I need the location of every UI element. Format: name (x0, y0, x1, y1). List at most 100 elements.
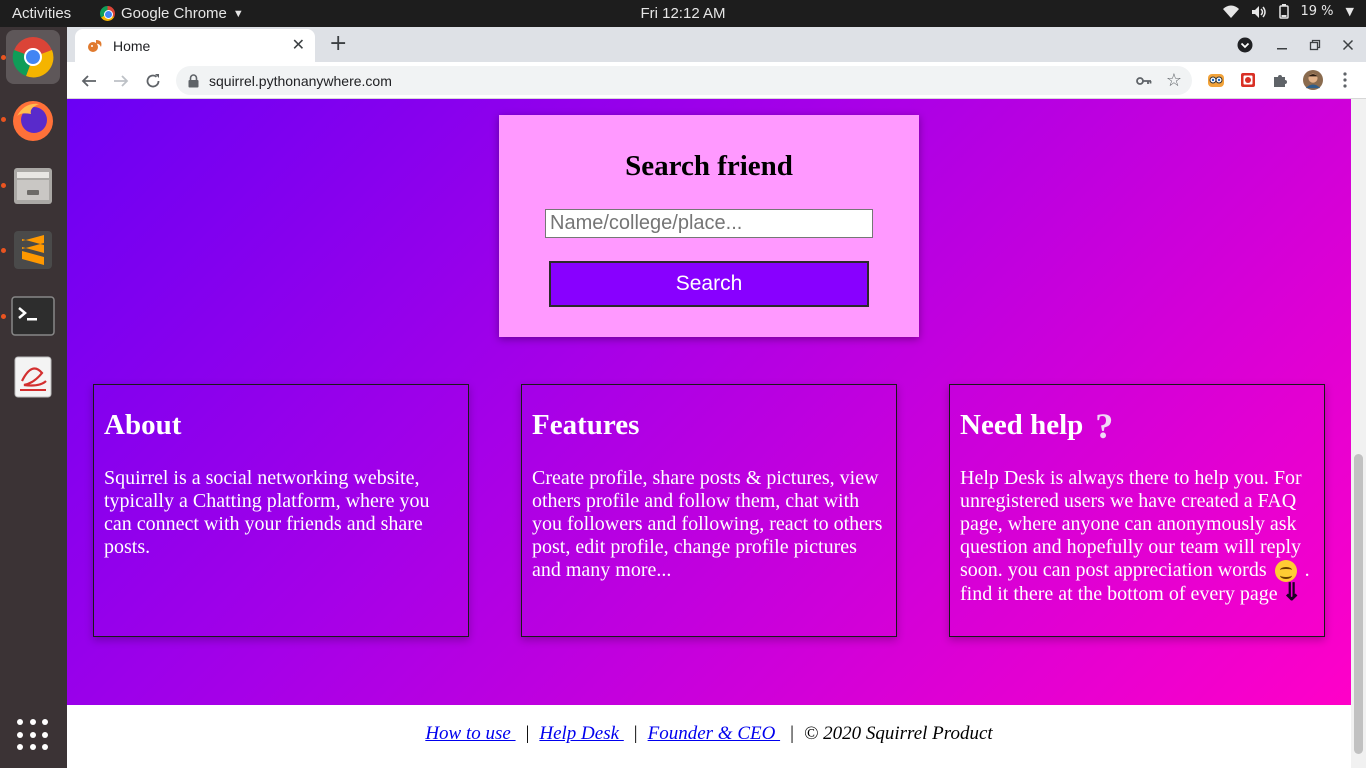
kebab-menu-icon (1343, 72, 1347, 88)
close-window-button[interactable] (1338, 35, 1358, 55)
need-help-title: Need help? (960, 405, 1314, 446)
tab-strip: Home ✕ + (67, 27, 1366, 62)
dock (0, 27, 67, 768)
new-tab-button[interactable]: + (329, 32, 347, 56)
footer-link-how-to-use[interactable]: How to use (425, 723, 515, 744)
volume-icon (1251, 5, 1267, 19)
extensions-menu-button[interactable] (1270, 70, 1290, 90)
about-body: Squirrel is a social networking website,… (104, 467, 430, 558)
features-title-text: Features (532, 409, 640, 441)
running-indicator (1, 117, 6, 122)
battery-icon (1278, 4, 1289, 19)
app-menu[interactable]: Google Chrome ▼ (100, 5, 244, 22)
page-footer: How to use | Help Desk | Founder & CEO | © … (67, 705, 1351, 768)
need-help-card: Need help? Help Desk is always there to … (949, 384, 1325, 637)
chevron-down-icon: ▼ (1345, 5, 1354, 18)
arrow-left-icon (81, 75, 96, 87)
system-status-area[interactable]: 19 % ▼ (1222, 4, 1354, 19)
running-indicator (1, 314, 6, 319)
system-top-bar: Activities Google Chrome ▼ Fri 12:12 AM … (0, 0, 1366, 27)
footer-separator: | (633, 723, 638, 744)
key-icon[interactable] (1136, 73, 1152, 92)
smiling-face-icon (1274, 560, 1297, 583)
hero-section: Search friend Search About Squirrel is a… (67, 99, 1351, 705)
footer-link-help-desk[interactable]: Help Desk (539, 723, 623, 744)
forward-button[interactable] (109, 69, 133, 93)
page-viewport: Search friend Search About Squirrel is a… (67, 99, 1366, 768)
search-input[interactable] (545, 209, 873, 238)
chevron-down-circle-icon (1237, 37, 1253, 53)
running-indicator (1, 183, 6, 188)
document-viewer-icon (14, 356, 52, 398)
reload-icon (146, 74, 160, 88)
activities-button[interactable]: Activities (12, 5, 71, 22)
extension-button[interactable] (1238, 70, 1258, 90)
chrome-icon (100, 6, 115, 21)
need-help-body-part1: Help Desk is always there to help you. F… (960, 467, 1302, 581)
footer-copyright: © 2020 Squirrel Product (803, 723, 993, 744)
battery-percentage: 19 % (1300, 4, 1334, 19)
wifi-icon (1222, 5, 1239, 19)
owl-extension-icon (1208, 74, 1224, 87)
dock-firefox[interactable] (6, 93, 60, 147)
footer-link-founder-ceo[interactable]: Founder & CEO (648, 723, 780, 744)
need-help-body: Help Desk is always there to help you. F… (960, 467, 1314, 606)
squirrel-favicon-icon (87, 38, 103, 54)
terminal-icon (11, 296, 55, 336)
scrollbar-thumb[interactable] (1354, 454, 1363, 754)
features-card: Features Create profile, share posts & p… (521, 384, 897, 637)
close-icon (1342, 39, 1354, 51)
show-applications-button[interactable] (17, 719, 49, 751)
restore-icon (1309, 39, 1321, 51)
extension-button[interactable] (1206, 70, 1226, 90)
footer-separator: | (525, 723, 530, 744)
reload-button[interactable] (141, 69, 165, 93)
about-title-text: About (104, 409, 182, 441)
about-title: About (104, 409, 458, 442)
app-menu-label: Google Chrome (121, 5, 227, 22)
search-friend-title: Search friend (625, 150, 793, 182)
sublime-text-icon (14, 231, 52, 269)
dock-document-viewer[interactable] (6, 350, 60, 404)
tab-search-button[interactable] (1235, 35, 1255, 55)
puzzle-piece-icon (1274, 75, 1287, 87)
avatar (1303, 70, 1323, 90)
features-body: Create profile, share posts & pictures, … (532, 467, 883, 581)
lock-icon[interactable] (188, 73, 199, 92)
bookmark-star-icon[interactable]: ☆ (1166, 70, 1182, 91)
search-friend-card: Search friend Search (499, 115, 919, 337)
about-card: About Squirrel is a social networking we… (93, 384, 469, 637)
record-extension-icon (1241, 73, 1255, 87)
tab-home[interactable]: Home ✕ (75, 29, 315, 62)
tab-title: Home (113, 37, 151, 54)
chevron-down-icon: ▼ (232, 7, 244, 20)
dock-files[interactable] (6, 158, 60, 212)
dock-terminal[interactable] (6, 289, 60, 343)
features-title: Features (532, 409, 886, 442)
browser-menu-button[interactable] (1335, 70, 1355, 90)
firefox-icon (13, 101, 53, 141)
arrow-right-icon (114, 75, 129, 87)
question-mark-icon: ? (1095, 405, 1114, 446)
double-down-arrow-icon: ⇓ (1281, 580, 1302, 607)
close-tab-icon[interactable]: ✕ (292, 35, 305, 55)
dock-chrome[interactable] (6, 30, 60, 84)
browser-toolbar: squirrel.pythonanywhere.com ☆ (67, 62, 1366, 99)
restore-button[interactable] (1305, 35, 1325, 55)
browser-window: Home ✕ + squirrel.pythonanywhere.com ☆ S… (67, 27, 1366, 768)
search-button[interactable]: Search (549, 261, 869, 307)
url-text: squirrel.pythonanywhere.com (209, 73, 392, 89)
dock-sublime-text[interactable] (6, 223, 60, 277)
need-help-title-text: Need help (960, 409, 1084, 441)
minimize-icon (1277, 48, 1287, 50)
back-button[interactable] (77, 69, 101, 93)
address-bar[interactable]: squirrel.pythonanywhere.com ☆ (176, 66, 1192, 95)
footer-separator: | (790, 723, 794, 744)
profile-avatar[interactable] (1303, 70, 1323, 90)
chrome-icon (12, 37, 54, 78)
page-scrollbar[interactable] (1351, 99, 1366, 768)
minimize-button[interactable] (1272, 35, 1292, 55)
running-indicator (1, 248, 6, 253)
running-indicator (1, 55, 6, 60)
file-manager-icon (14, 168, 52, 204)
